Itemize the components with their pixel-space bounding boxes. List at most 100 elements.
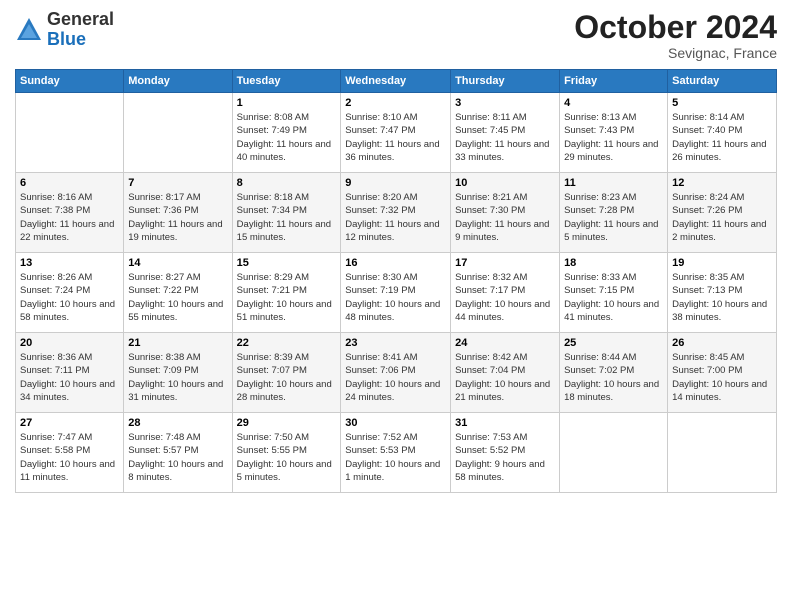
day-cell: 17 Sunrise: 8:32 AM Sunset: 7:17 PM Dayli…	[451, 253, 560, 333]
day-cell: 31Sunrise: 7:53 AM Sunset: 5:52 PM Dayli…	[451, 413, 560, 493]
day-info: Sunrise: 8:24 AM Sunset: 7:26 PM Dayligh…	[672, 191, 772, 244]
day-number: 28	[128, 417, 227, 429]
day-cell: 28 Sunrise: 7:48 AM Sunset: 5:57 PM Dayli…	[124, 413, 232, 493]
day-cell: 15 Sunrise: 8:29 AM Sunset: 7:21 PM Dayli…	[232, 253, 341, 333]
week-row-2: 6 Sunrise: 8:16 AM Sunset: 7:38 PM Daylig…	[16, 173, 777, 253]
title-section: October 2024 Sevignac, France	[574, 10, 777, 61]
day-number: 8	[237, 177, 337, 189]
day-info: Sunrise: 8:08 AM Sunset: 7:49 PM Dayligh…	[237, 111, 337, 164]
day-number: 25	[564, 337, 663, 349]
location: Sevignac, France	[574, 45, 777, 61]
day-info: Sunrise: 7:48 AM Sunset: 5:57 PM Dayligh…	[128, 431, 227, 484]
day-cell: 24 Sunrise: 8:42 AM Sunset: 7:04 PM Dayli…	[451, 333, 560, 413]
day-cell	[668, 413, 777, 493]
day-cell	[560, 413, 668, 493]
day-number: 5	[672, 97, 772, 109]
day-number: 14	[128, 257, 227, 269]
day-number: 19	[672, 257, 772, 269]
day-cell: 30 Sunrise: 7:52 AM Sunset: 5:53 PM Dayli…	[341, 413, 451, 493]
logo: General Blue	[15, 10, 114, 50]
day-cell: 1 Sunrise: 8:08 AM Sunset: 7:49 PM Daylig…	[232, 93, 341, 173]
day-cell: 12 Sunrise: 8:24 AM Sunset: 7:26 PM Dayli…	[668, 173, 777, 253]
day-number: 6	[20, 177, 119, 189]
day-cell: 5Sunrise: 8:14 AM Sunset: 7:40 PM Daylig…	[668, 93, 777, 173]
day-number: 12	[672, 177, 772, 189]
day-number: 7	[128, 177, 227, 189]
month-title: October 2024	[574, 10, 777, 45]
day-cell: 8 Sunrise: 8:18 AM Sunset: 7:34 PM Daylig…	[232, 173, 341, 253]
day-cell: 7 Sunrise: 8:17 AM Sunset: 7:36 PM Daylig…	[124, 173, 232, 253]
day-info: Sunrise: 7:47 AM Sunset: 5:58 PM Dayligh…	[20, 431, 119, 484]
day-number: 2	[345, 97, 446, 109]
day-cell: 3 Sunrise: 8:11 AM Sunset: 7:45 PM Daylig…	[451, 93, 560, 173]
day-cell: 22Sunrise: 8:39 AM Sunset: 7:07 PM Dayli…	[232, 333, 341, 413]
day-cell: 19Sunrise: 8:35 AM Sunset: 7:13 PM Dayli…	[668, 253, 777, 333]
day-info: Sunrise: 7:52 AM Sunset: 5:53 PM Dayligh…	[345, 431, 446, 484]
header-row: SundayMondayTuesdayWednesdayThursdayFrid…	[16, 70, 777, 93]
day-info: Sunrise: 7:50 AM Sunset: 5:55 PM Dayligh…	[237, 431, 337, 484]
day-number: 11	[564, 177, 663, 189]
day-info: Sunrise: 8:16 AM Sunset: 7:38 PM Dayligh…	[20, 191, 119, 244]
day-cell: 16 Sunrise: 8:30 AM Sunset: 7:19 PM Dayli…	[341, 253, 451, 333]
day-number: 26	[672, 337, 772, 349]
day-cell: 18Sunrise: 8:33 AM Sunset: 7:15 PM Dayli…	[560, 253, 668, 333]
day-info: Sunrise: 8:17 AM Sunset: 7:36 PM Dayligh…	[128, 191, 227, 244]
week-row-5: 27 Sunrise: 7:47 AM Sunset: 5:58 PM Dayli…	[16, 413, 777, 493]
day-number: 13	[20, 257, 119, 269]
day-cell: 29 Sunrise: 7:50 AM Sunset: 5:55 PM Dayli…	[232, 413, 341, 493]
day-info: Sunrise: 8:32 AM Sunset: 7:17 PM Dayligh…	[455, 271, 555, 324]
day-info: Sunrise: 8:42 AM Sunset: 7:04 PM Dayligh…	[455, 351, 555, 404]
day-number: 1	[237, 97, 337, 109]
day-number: 30	[345, 417, 446, 429]
day-cell: 21 Sunrise: 8:38 AM Sunset: 7:09 PM Dayli…	[124, 333, 232, 413]
day-number: 16	[345, 257, 446, 269]
day-cell: 26 Sunrise: 8:45 AM Sunset: 7:00 PM Dayli…	[668, 333, 777, 413]
day-info: Sunrise: 8:41 AM Sunset: 7:06 PM Dayligh…	[345, 351, 446, 404]
day-cell: 25 Sunrise: 8:44 AM Sunset: 7:02 PM Dayli…	[560, 333, 668, 413]
day-info: Sunrise: 8:29 AM Sunset: 7:21 PM Dayligh…	[237, 271, 337, 324]
day-cell: 9Sunrise: 8:20 AM Sunset: 7:32 PM Daylig…	[341, 173, 451, 253]
day-number: 20	[20, 337, 119, 349]
day-cell	[16, 93, 124, 173]
day-cell: 20 Sunrise: 8:36 AM Sunset: 7:11 PM Dayli…	[16, 333, 124, 413]
day-cell: 11Sunrise: 8:23 AM Sunset: 7:28 PM Dayli…	[560, 173, 668, 253]
day-info: Sunrise: 8:30 AM Sunset: 7:19 PM Dayligh…	[345, 271, 446, 324]
logo-icon	[15, 16, 43, 44]
day-cell: 2 Sunrise: 8:10 AM Sunset: 7:47 PM Daylig…	[341, 93, 451, 173]
day-cell: 6 Sunrise: 8:16 AM Sunset: 7:38 PM Daylig…	[16, 173, 124, 253]
day-info: Sunrise: 8:38 AM Sunset: 7:09 PM Dayligh…	[128, 351, 227, 404]
day-number: 22	[237, 337, 337, 349]
day-info: Sunrise: 8:21 AM Sunset: 7:30 PM Dayligh…	[455, 191, 555, 244]
day-cell: 14 Sunrise: 8:27 AM Sunset: 7:22 PM Dayli…	[124, 253, 232, 333]
day-info: Sunrise: 8:11 AM Sunset: 7:45 PM Dayligh…	[455, 111, 555, 164]
day-number: 24	[455, 337, 555, 349]
day-number: 27	[20, 417, 119, 429]
day-number: 3	[455, 97, 555, 109]
week-row-3: 13Sunrise: 8:26 AM Sunset: 7:24 PM Dayli…	[16, 253, 777, 333]
day-number: 23	[345, 337, 446, 349]
day-cell: 13Sunrise: 8:26 AM Sunset: 7:24 PM Dayli…	[16, 253, 124, 333]
day-info: Sunrise: 8:18 AM Sunset: 7:34 PM Dayligh…	[237, 191, 337, 244]
day-number: 18	[564, 257, 663, 269]
day-number: 9	[345, 177, 446, 189]
day-info: Sunrise: 8:10 AM Sunset: 7:47 PM Dayligh…	[345, 111, 446, 164]
day-info: Sunrise: 8:44 AM Sunset: 7:02 PM Dayligh…	[564, 351, 663, 404]
day-number: 29	[237, 417, 337, 429]
header-cell-monday: Monday	[124, 70, 232, 93]
day-number: 4	[564, 97, 663, 109]
day-cell	[124, 93, 232, 173]
day-cell: 4Sunrise: 8:13 AM Sunset: 7:43 PM Daylig…	[560, 93, 668, 173]
day-number: 21	[128, 337, 227, 349]
logo-blue-text: Blue	[47, 29, 86, 49]
day-cell: 23 Sunrise: 8:41 AM Sunset: 7:06 PM Dayli…	[341, 333, 451, 413]
week-row-4: 20 Sunrise: 8:36 AM Sunset: 7:11 PM Dayli…	[16, 333, 777, 413]
header-cell-thursday: Thursday	[451, 70, 560, 93]
day-number: 17	[455, 257, 555, 269]
day-info: Sunrise: 8:27 AM Sunset: 7:22 PM Dayligh…	[128, 271, 227, 324]
header-cell-tuesday: Tuesday	[232, 70, 341, 93]
day-number: 15	[237, 257, 337, 269]
day-info: Sunrise: 8:45 AM Sunset: 7:00 PM Dayligh…	[672, 351, 772, 404]
calendar-table: SundayMondayTuesdayWednesdayThursdayFrid…	[15, 69, 777, 493]
logo-general-text: General	[47, 9, 114, 29]
day-info: Sunrise: 8:36 AM Sunset: 7:11 PM Dayligh…	[20, 351, 119, 404]
